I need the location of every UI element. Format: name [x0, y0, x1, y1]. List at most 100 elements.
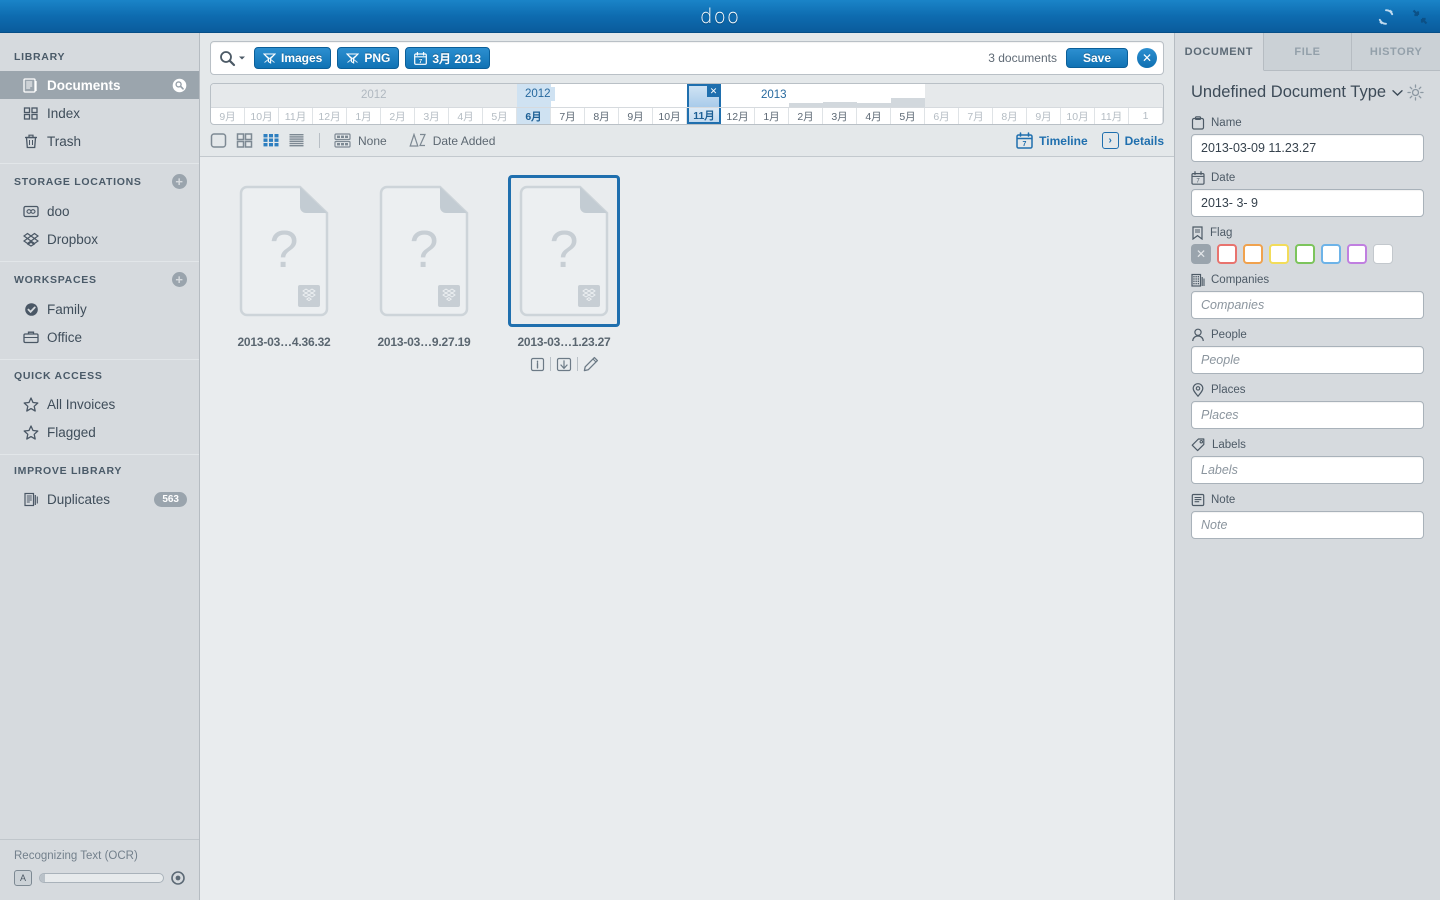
- labels-input[interactable]: Labels: [1191, 456, 1424, 484]
- flag-swatch[interactable]: [1269, 244, 1289, 264]
- close-icon[interactable]: ✕: [1137, 48, 1157, 68]
- timeline-month-cell[interactable]: 7月: [959, 108, 993, 124]
- search-icon[interactable]: [219, 50, 246, 67]
- view-mode-switcher[interactable]: [210, 132, 305, 149]
- save-button[interactable]: Save: [1065, 48, 1128, 68]
- flag-swatch[interactable]: [1217, 244, 1237, 264]
- timeline-month-cell[interactable]: 10月: [1061, 108, 1095, 124]
- timeline-month-cell[interactable]: 2月: [381, 108, 415, 124]
- timeline-month-cell[interactable]: 10月: [245, 108, 279, 124]
- flag-swatch[interactable]: [1373, 244, 1393, 264]
- document-type-row[interactable]: Undefined Document Type: [1191, 83, 1424, 102]
- sidebar-item-all-invoices[interactable]: All Invoices: [0, 390, 199, 418]
- gear-icon[interactable]: [1407, 84, 1424, 101]
- tab-history[interactable]: HISTORY: [1352, 33, 1440, 70]
- timeline-month-cell[interactable]: 5月: [483, 108, 517, 124]
- people-input[interactable]: People: [1191, 346, 1424, 374]
- sidebar-item-dropbox[interactable]: Dropbox: [0, 225, 199, 253]
- close-icon[interactable]: ✕: [707, 85, 720, 97]
- companies-input[interactable]: Companies: [1191, 291, 1424, 319]
- places-input[interactable]: Places: [1191, 401, 1424, 429]
- info-icon[interactable]: [524, 355, 550, 373]
- document-type-selector[interactable]: Undefined Document Type: [1191, 83, 1407, 102]
- search-token[interactable]: Images: [254, 47, 332, 69]
- sort-control[interactable]: Date Added: [409, 133, 495, 148]
- search-bar[interactable]: Images PNG 7 3月 2013 3 documents Save ✕: [210, 41, 1164, 75]
- timeline-month-cell[interactable]: 11月: [687, 108, 721, 124]
- timeline-month-label: 3月: [831, 110, 848, 123]
- date-input[interactable]: 2013- 3- 9: [1191, 189, 1424, 217]
- document-thumbnail[interactable]: ?: [228, 175, 340, 327]
- flag-swatch[interactable]: [1243, 244, 1263, 264]
- group-by-control[interactable]: None: [334, 133, 387, 148]
- timeline-month-cell[interactable]: 11月: [279, 108, 313, 124]
- timeline-month-cell[interactable]: 1月: [755, 108, 789, 124]
- timeline-month-cell[interactable]: 9月: [619, 108, 653, 124]
- index-icon: [22, 105, 40, 121]
- search-icon[interactable]: [172, 78, 187, 93]
- search-token[interactable]: PNG: [337, 47, 400, 69]
- name-input[interactable]: 2013-03-09 11.23.27: [1191, 134, 1424, 162]
- sidebar-item-index[interactable]: Index: [0, 99, 199, 127]
- tab-file[interactable]: FILE: [1263, 33, 1353, 70]
- document-item[interactable]: ? 2013-03…4.36.32: [214, 175, 354, 373]
- timeline-month-cell[interactable]: 7月: [551, 108, 585, 124]
- sidebar-item-flagged[interactable]: Flagged: [0, 418, 199, 446]
- timeline-month-cell[interactable]: 6月: [925, 108, 959, 124]
- flag-swatch[interactable]: [1295, 244, 1315, 264]
- timeline-toggle[interactable]: 7 Timeline: [1016, 132, 1088, 149]
- sidebar-item-family[interactable]: Family: [0, 295, 199, 323]
- list-view-icon[interactable]: [288, 132, 305, 149]
- timeline-month-cell[interactable]: 10月: [653, 108, 687, 124]
- document-thumbnail[interactable]: ?: [508, 175, 620, 327]
- document-item[interactable]: ? 2013-03…9.27.19: [354, 175, 494, 373]
- flag-swatch[interactable]: [1321, 244, 1341, 264]
- note-input[interactable]: Note: [1191, 511, 1424, 539]
- reveal-in-finder-icon[interactable]: [551, 355, 577, 373]
- timeline-month-cell[interactable]: 2月: [789, 108, 823, 124]
- document-thumbnail[interactable]: ?: [368, 175, 480, 327]
- inspector-tabs[interactable]: DOCUMENT FILE HISTORY: [1175, 33, 1440, 71]
- timeline-month-cell[interactable]: 1月: [347, 108, 381, 124]
- flag-swatches[interactable]: ✕: [1191, 244, 1424, 264]
- timeline-month-cell[interactable]: 4月: [449, 108, 483, 124]
- timeline-month-cell[interactable]: 8月: [993, 108, 1027, 124]
- sidebar-item-trash[interactable]: Trash: [0, 127, 199, 155]
- flag-clear-button[interactable]: ✕: [1191, 244, 1211, 264]
- stop-icon[interactable]: [171, 871, 185, 885]
- details-toggle[interactable]: › Details: [1101, 132, 1164, 149]
- timeline-month-cell[interactable]: 9月: [211, 108, 245, 124]
- timeline-month-cell[interactable]: 8月: [585, 108, 619, 124]
- single-view-icon[interactable]: [210, 132, 227, 149]
- document-type-label: Undefined Document Type: [1191, 83, 1387, 101]
- sidebar-item-documents[interactable]: Documents: [0, 71, 199, 99]
- timeline-month-cell[interactable]: 12月: [721, 108, 755, 124]
- timeline-month-label: 11月: [1100, 110, 1123, 123]
- timeline-months[interactable]: 9月 10月 11月 12月 1月 2月 3月 4月 5月 6月 7月 8月 9月 10月 11月 12月 1月…: [211, 107, 1163, 124]
- timeline-month-cell[interactable]: 12月: [313, 108, 347, 124]
- timeline-month-cell[interactable]: 1: [1129, 108, 1163, 124]
- timeline-scrubber[interactable]: ✕ 2012 2012 2013 9月 10月 11月 12月 1月 2月 3月 4月 5月 6月 7月 8…: [210, 83, 1164, 125]
- edit-pencil-icon[interactable]: [578, 355, 604, 373]
- sidebar-item-doo[interactable]: doo: [0, 197, 199, 225]
- timeline-month-cell[interactable]: 4月: [857, 108, 891, 124]
- search-token[interactable]: 7 3月 2013: [405, 47, 491, 69]
- grid-3x3-icon[interactable]: [262, 132, 279, 149]
- collapse-icon[interactable]: [1410, 7, 1430, 27]
- tab-document[interactable]: DOCUMENT: [1175, 33, 1264, 71]
- sync-icon[interactable]: [1376, 7, 1396, 27]
- sidebar-item-office[interactable]: Office: [0, 323, 199, 351]
- timeline-month-cell[interactable]: 3月: [415, 108, 449, 124]
- add-icon[interactable]: +: [172, 174, 187, 189]
- add-icon[interactable]: +: [172, 272, 187, 287]
- timeline-month-cell[interactable]: 3月: [823, 108, 857, 124]
- ocr-icon[interactable]: A: [14, 870, 32, 886]
- document-item[interactable]: ? 2013-03…1.23.27: [494, 175, 634, 373]
- flag-swatch[interactable]: [1347, 244, 1367, 264]
- timeline-month-cell[interactable]: 6月: [517, 108, 551, 124]
- timeline-month-cell[interactable]: 11月: [1095, 108, 1129, 124]
- grid-2x2-icon[interactable]: [236, 132, 253, 149]
- timeline-month-cell[interactable]: 9月: [1027, 108, 1061, 124]
- sidebar-item-duplicates[interactable]: Duplicates 563: [0, 485, 199, 513]
- timeline-month-cell[interactable]: 5月: [891, 108, 925, 124]
